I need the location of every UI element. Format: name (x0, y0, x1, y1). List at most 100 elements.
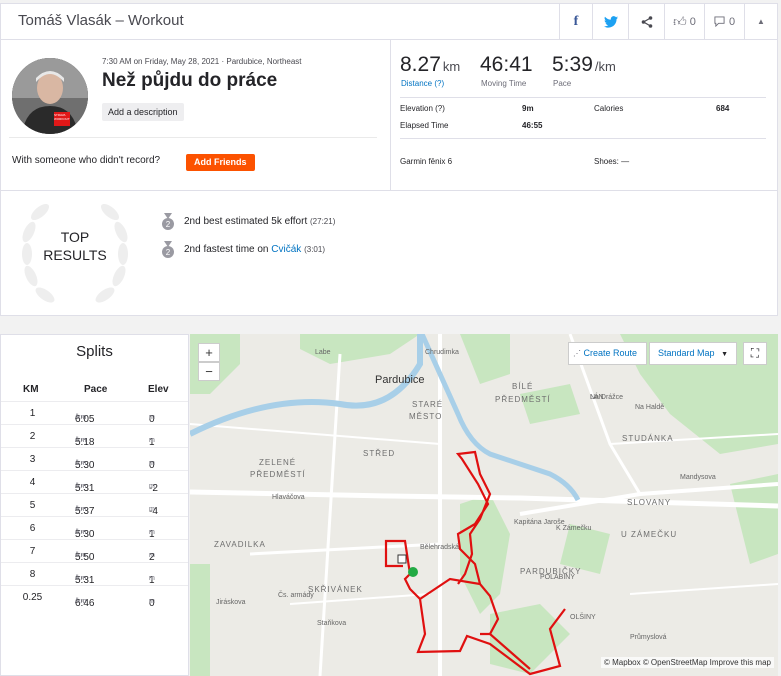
map-label: Čs. armády (278, 592, 314, 599)
medal-icon: 2 (161, 213, 175, 231)
top-result-text: 2nd best estimated 5k effort (184, 216, 308, 227)
divider (390, 40, 391, 190)
zoom-in-button[interactable]: + (198, 343, 220, 362)
segment-link[interactable]: Cvičák (271, 244, 301, 255)
split-km: 8 (29, 569, 36, 580)
top-result-item: 2nd best estimated 5k effort (27:21) (184, 216, 335, 227)
zoom-out-button[interactable]: − (198, 362, 220, 381)
comments-button[interactable]: 0 (704, 4, 744, 39)
table-row: 4 5:31 /km -2 m (1, 470, 188, 494)
map-label: Průmyslová (630, 634, 667, 641)
map-label: Mandysova (680, 474, 716, 481)
map-label: Chrudimka (425, 349, 459, 356)
divider (400, 138, 766, 139)
elevation-value: 9m (522, 104, 534, 113)
elapsed-time-label: Elapsed Time (400, 121, 449, 130)
map-label: SLOVANY (627, 498, 672, 507)
calories-value: 684 (716, 104, 730, 113)
divider (1, 190, 777, 191)
svg-text:2: 2 (166, 220, 171, 229)
medal-icon: 2 (161, 241, 175, 259)
create-route-button[interactable]: ⋰ Create Route (568, 342, 647, 365)
splits-panel: Splits KM Pace Elev 1 6:05 /km 0 m 2 5:18 /k… (0, 334, 189, 676)
table-row: 6 5:30 /km 1 m (1, 516, 188, 540)
split-km: 7 (29, 546, 36, 557)
top-result-item: 2nd fastest time on Cvičák (3:01) (184, 244, 325, 255)
map-label: PŘEDMĚSTÍ (250, 470, 306, 479)
map-label: STŘED (363, 449, 396, 458)
table-row: 0.25 6:46 /km 0 m (1, 585, 188, 609)
splits-header-elev: Elev (148, 384, 169, 395)
map-label: ZELENÉ (259, 458, 297, 467)
pace-unit: /km (594, 59, 616, 74)
fullscreen-button[interactable]: ⛶ (743, 342, 767, 365)
elevation-label[interactable]: Elevation (?) (400, 104, 445, 113)
map-style-dropdown[interactable]: Standard Map ▼ (649, 342, 737, 365)
top-results-line1: TOP (60, 229, 90, 245)
activity-card: Tomáš Vlasák – Workout f 👍︎ 0 0 ▲ STRAVA… (0, 3, 778, 316)
activity-title: Než půjdu do práce (102, 70, 278, 91)
thumbs-up-icon: 👍︎ (673, 13, 687, 29)
add-description-button[interactable]: Add a description (102, 103, 184, 121)
fullscreen-icon: ⛶ (750, 346, 760, 360)
facebook-share-button[interactable]: f (559, 4, 592, 39)
friends-prompt: With someone who didn't record? (12, 155, 161, 166)
share-button[interactable] (628, 4, 664, 39)
moving-time-value: 46:41 (480, 53, 533, 76)
map-label: PARDUBIČKY (520, 567, 582, 576)
caret-up-icon: ▲ (757, 17, 765, 26)
split-km: 2 (29, 431, 36, 442)
calories-label: Calories (594, 104, 624, 113)
map-label: PŘEDMĚSTÍ (495, 395, 551, 404)
map-label: U ZÁMEČKU (621, 530, 678, 539)
map-label: Hlaváčova (272, 494, 305, 501)
top-result-detail: (3:01) (304, 245, 325, 254)
map-label: Pardubice (375, 374, 425, 386)
share-icon (641, 15, 652, 28)
splits-header-pace: Pace (84, 384, 108, 395)
route-icon: ⋰ (573, 349, 581, 358)
add-friends-button[interactable]: Add Friends (186, 154, 255, 171)
split-km: 5 (29, 500, 36, 511)
avatar[interactable]: STRAVA WORKOUT (12, 58, 88, 134)
route-map[interactable]: Pardubice STARÉ MĚSTO BÍLÉ PŘEDMĚSTÍ STŘED ZEL… (190, 334, 778, 676)
collapse-button[interactable]: ▲ (744, 4, 777, 39)
map-label: Labe (315, 349, 331, 356)
kudos-button[interactable]: 👍︎ 0 (664, 4, 704, 39)
twitter-share-button[interactable] (592, 4, 628, 39)
table-row: 1 6:05 /km 0 m (1, 401, 188, 425)
splits-title: Splits (76, 343, 113, 360)
map-attribution[interactable]: © Mapbox © OpenStreetMap Improve this ma… (601, 657, 774, 668)
page-title: Tomáš Vlasák – Workout (18, 12, 184, 29)
start-marker (408, 567, 418, 577)
shoes-info: Shoes: — (594, 157, 630, 166)
comment-icon (714, 16, 725, 27)
map-label: Staňkova (317, 620, 347, 627)
split-km: 0.25 (22, 592, 43, 603)
split-km: 3 (29, 454, 36, 465)
map-label: STUDÁNKA (622, 434, 674, 443)
map-label: BÍLÉ (512, 382, 534, 391)
distance-stat: 8.27 km (400, 53, 460, 77)
svg-text:2: 2 (166, 248, 171, 257)
table-row: 8 5:31 /km 1 m (1, 562, 188, 586)
create-route-label: Create Route (583, 348, 638, 358)
table-row: 3 5:30 /km 0 m (1, 447, 188, 471)
table-row: 5 5:37 /km -4 m (1, 493, 188, 517)
distance-label[interactable]: Distance (?) (401, 79, 444, 88)
kudos-count: 0 (689, 15, 696, 28)
pace-stat: 5:39/km (552, 53, 616, 77)
elapsed-time-value: 46:55 (522, 121, 543, 130)
top-results-badge: TOP RESULTS (23, 228, 127, 264)
map-label: Na Drážce (590, 394, 624, 401)
activity-datetime: 7:30 AM on Friday, May 28, 2021 · Pardub… (102, 57, 302, 66)
finish-flag-icon (397, 554, 407, 564)
top-result-text: 2nd fastest time on (184, 244, 269, 255)
facebook-icon: f (573, 13, 579, 29)
map-label: K Zámečku (556, 525, 592, 532)
map-label: MĚSTO (409, 412, 443, 421)
distance-value: 8.27 (400, 53, 441, 76)
divider (9, 137, 377, 138)
top-result-detail: (27:21) (310, 217, 336, 226)
map-canvas[interactable] (190, 334, 778, 676)
